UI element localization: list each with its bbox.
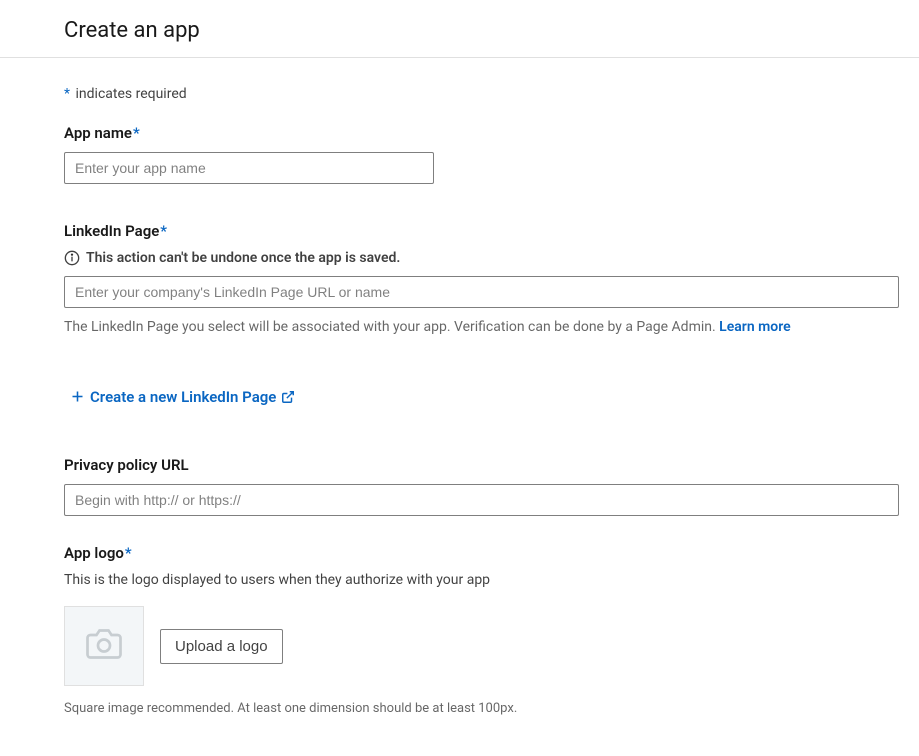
app-logo-row: Upload a logo [64,606,899,686]
asterisk-icon: * [160,222,167,240]
asterisk-icon: * [125,544,132,562]
app-logo-description: This is the logo displayed to users when… [64,572,899,588]
upload-logo-button[interactable]: Upload a logo [160,629,283,664]
create-page-text: Create a new LinkedIn Page [90,388,276,406]
app-logo-label: App logo* [64,544,899,562]
required-indicator-note: * indicates required [64,86,899,102]
required-note-text: indicates required [76,86,187,102]
info-icon [64,250,80,266]
page-header: Create an app [0,0,919,58]
linkedin-page-help: The LinkedIn Page you select will be ass… [64,318,899,338]
app-name-field-group: App name* [64,124,899,184]
privacy-policy-label: Privacy policy URL [64,456,899,474]
linkedin-page-label: LinkedIn Page* [64,222,899,240]
asterisk-icon: * [64,86,70,102]
create-linkedin-page-link[interactable]: Create a new LinkedIn Page [70,388,295,406]
plus-icon [70,389,85,404]
app-name-input[interactable] [64,152,434,184]
app-name-label: App name* [64,124,899,142]
camera-icon [86,626,122,666]
linkedin-page-warning: This action can't be undone once the app… [64,250,899,266]
external-link-icon [281,390,295,404]
warning-text: This action can't be undone once the app… [86,250,400,266]
create-app-form: * indicates required App name* LinkedIn … [0,58,919,718]
learn-more-link[interactable]: Learn more [719,319,790,335]
page-title: Create an app [64,18,919,43]
app-logo-field-group: App logo* This is the logo displayed to … [64,544,899,718]
linkedin-page-input[interactable] [64,276,899,308]
privacy-policy-field-group: Privacy policy URL [64,456,899,516]
asterisk-icon: * [133,124,140,142]
app-logo-hint: Square image recommended. At least one d… [64,700,899,718]
privacy-policy-input[interactable] [64,484,899,516]
linkedin-page-field-group: LinkedIn Page* This action can't be undo… [64,222,899,408]
app-logo-placeholder [64,606,144,686]
